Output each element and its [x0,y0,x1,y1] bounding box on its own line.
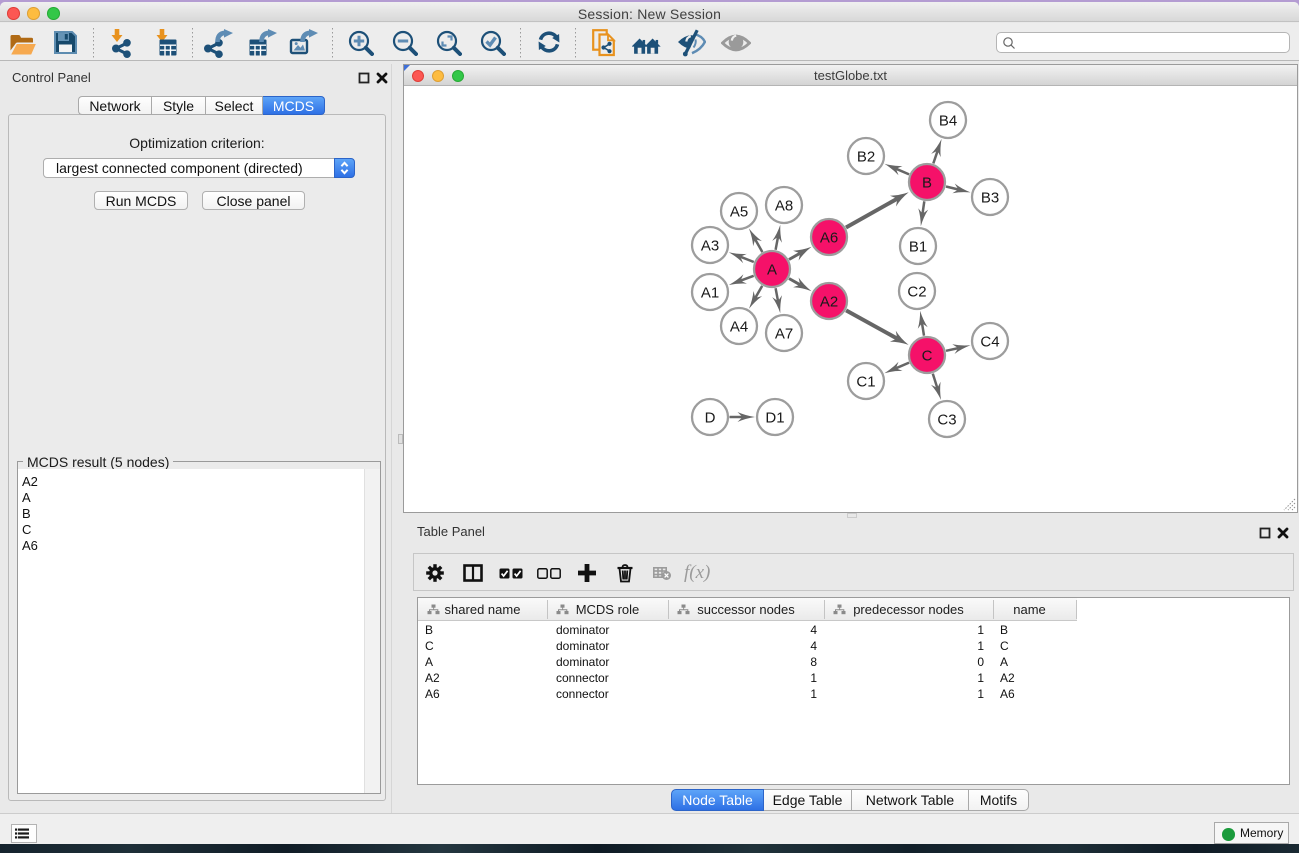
svg-text:C3: C3 [937,411,956,428]
svg-text:B4: B4 [939,112,957,129]
svg-text:C: C [922,347,933,364]
svg-text:A3: A3 [701,237,719,254]
svg-text:D: D [705,409,716,426]
svg-text:D1: D1 [765,409,784,426]
svg-text:A2: A2 [820,293,838,310]
svg-text:B1: B1 [909,238,927,255]
svg-text:B3: B3 [981,189,999,206]
svg-text:C2: C2 [907,283,926,300]
svg-text:C4: C4 [980,333,999,350]
svg-text:A: A [767,261,777,278]
svg-text:B2: B2 [857,148,875,165]
svg-text:A5: A5 [730,203,748,220]
svg-text:A1: A1 [701,284,719,301]
svg-text:A4: A4 [730,318,748,335]
svg-text:C1: C1 [856,373,875,390]
svg-text:B: B [922,174,932,191]
svg-text:A6: A6 [820,229,838,246]
svg-text:A7: A7 [775,325,793,342]
svg-text:A8: A8 [775,197,793,214]
